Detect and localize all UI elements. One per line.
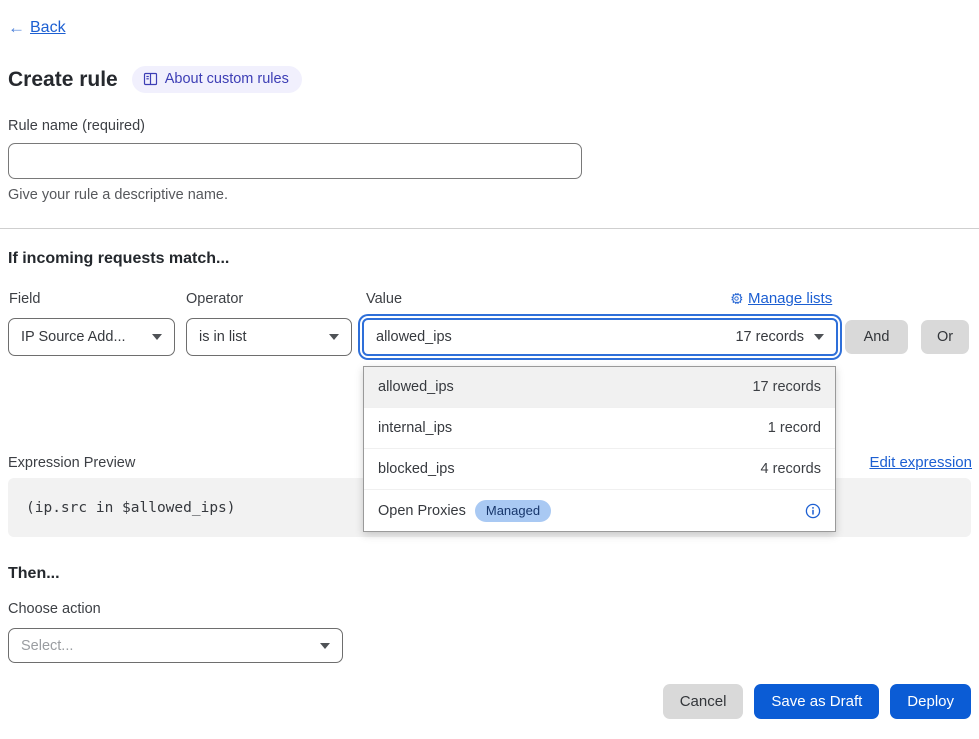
choose-action-label: Choose action bbox=[8, 601, 101, 617]
save-as-draft-button[interactable]: Save as Draft bbox=[754, 684, 879, 719]
operator-label: Operator bbox=[186, 291, 243, 307]
page-title: Create rule bbox=[8, 68, 118, 92]
chevron-down-icon bbox=[329, 334, 339, 340]
match-heading: If incoming requests match... bbox=[8, 250, 229, 268]
field-select[interactable]: IP Source Add... bbox=[8, 318, 175, 356]
deploy-button[interactable]: Deploy bbox=[890, 684, 971, 719]
page-header: Create rule About custom rules bbox=[8, 66, 302, 93]
rule-name-input[interactable] bbox=[8, 143, 582, 179]
back-link[interactable]: ←Back bbox=[8, 18, 66, 38]
info-icon[interactable] bbox=[805, 503, 821, 519]
list-item-blocked-ips[interactable]: blocked_ips 4 records bbox=[364, 449, 835, 490]
chevron-down-icon bbox=[320, 643, 330, 649]
list-item-open-proxies[interactable]: Open Proxies Managed bbox=[364, 490, 835, 531]
then-heading: Then... bbox=[8, 565, 60, 583]
chevron-down-icon bbox=[152, 334, 162, 340]
value-select[interactable]: allowed_ips 17 records bbox=[362, 318, 838, 356]
book-icon bbox=[143, 72, 158, 86]
field-label: Field bbox=[9, 291, 40, 307]
list-dropdown: allowed_ips 17 records internal_ips 1 re… bbox=[363, 366, 836, 532]
managed-badge: Managed bbox=[475, 500, 551, 522]
value-label: Value bbox=[366, 291, 402, 307]
chevron-down-icon bbox=[814, 334, 824, 340]
edit-expression-link[interactable]: Edit expression bbox=[869, 454, 972, 471]
and-button[interactable]: And bbox=[845, 320, 908, 354]
list-item-internal-ips[interactable]: internal_ips 1 record bbox=[364, 408, 835, 449]
about-badge-label: About custom rules bbox=[165, 71, 289, 87]
manage-lists-link[interactable]: Manage lists bbox=[730, 290, 832, 307]
expression-code: (ip.src in $allowed_ips) bbox=[26, 500, 236, 516]
footer-actions: Cancel Save as Draft Deploy bbox=[663, 684, 971, 719]
rule-name-label: Rule name (required) bbox=[8, 118, 145, 134]
cancel-button[interactable]: Cancel bbox=[663, 684, 744, 719]
action-select[interactable]: Select... bbox=[8, 628, 343, 663]
field-select-value: IP Source Add... bbox=[21, 329, 142, 345]
value-select-records: 17 records bbox=[735, 329, 804, 345]
gear-icon bbox=[730, 292, 743, 305]
or-button[interactable]: Or bbox=[921, 320, 969, 354]
operator-select[interactable]: is in list bbox=[186, 318, 352, 356]
operator-select-value: is in list bbox=[199, 329, 319, 345]
list-item-allowed-ips[interactable]: allowed_ips 17 records bbox=[364, 367, 835, 408]
rule-name-helper: Give your rule a descriptive name. bbox=[8, 187, 228, 203]
value-select-value: allowed_ips bbox=[376, 329, 735, 345]
back-arrow-icon: ← bbox=[8, 18, 25, 38]
expression-preview-label: Expression Preview bbox=[8, 455, 135, 471]
about-custom-rules-link[interactable]: About custom rules bbox=[132, 66, 302, 93]
section-divider bbox=[0, 228, 979, 229]
action-select-placeholder: Select... bbox=[21, 638, 310, 654]
